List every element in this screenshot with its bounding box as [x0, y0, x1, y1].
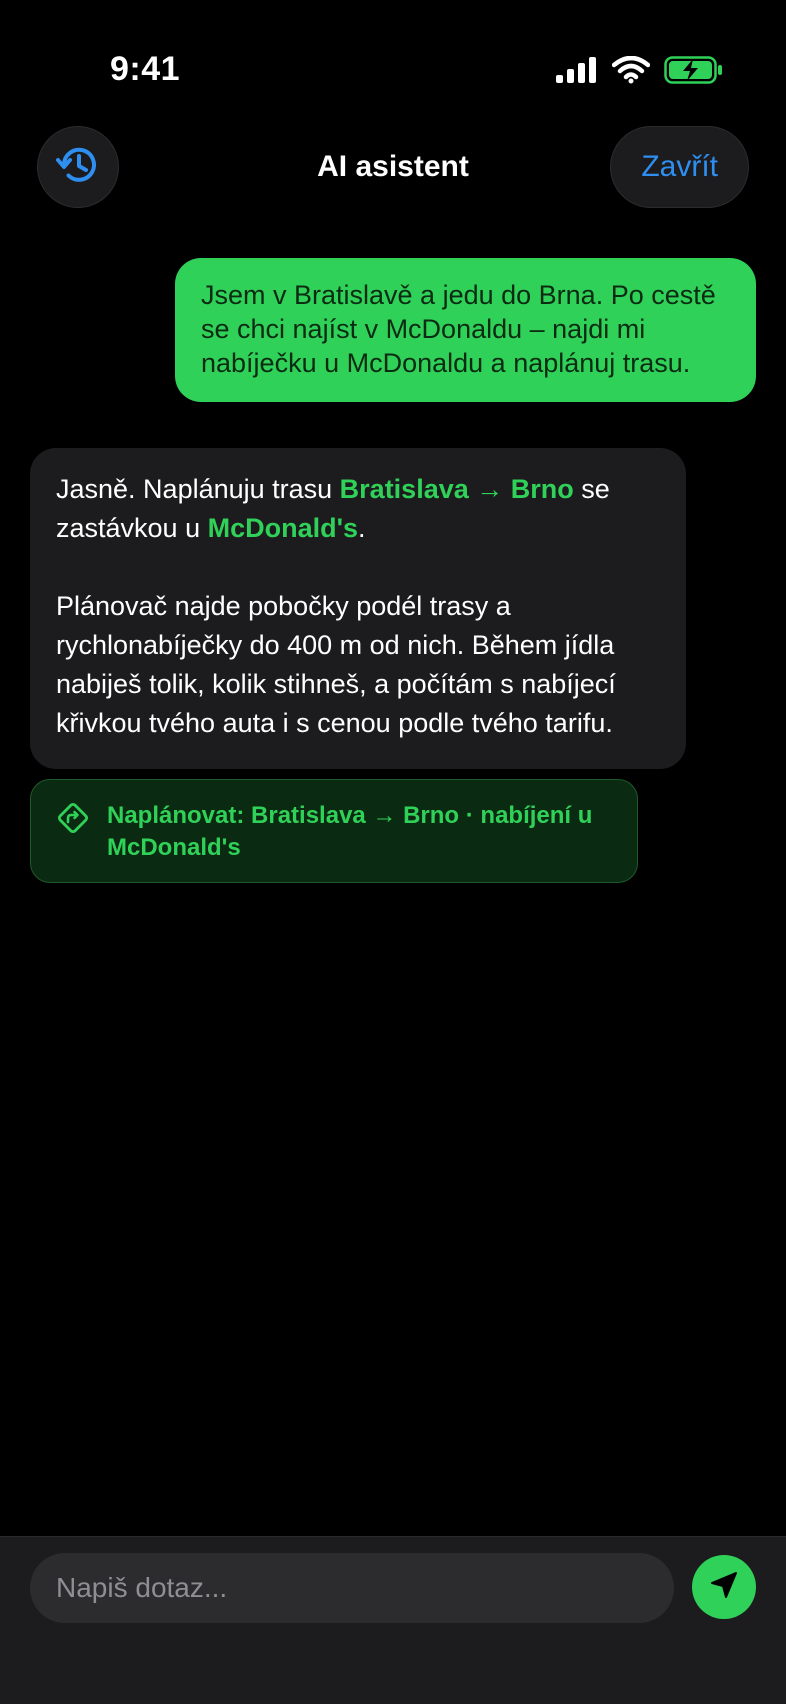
- close-button[interactable]: Zavřít: [610, 126, 749, 208]
- status-bar: 9:41: [0, 0, 786, 110]
- assistant-paragraph-2: Plánovač najde pobočky podél trasy a ryc…: [56, 591, 616, 738]
- message-input[interactable]: [30, 1553, 674, 1623]
- wifi-icon: [611, 55, 651, 89]
- composer-bar: [0, 1536, 786, 1704]
- send-arrow-icon: [707, 1568, 741, 1607]
- battery-charging-icon: [664, 56, 724, 89]
- assistant-paragraph-1: Jasně. Naplánuju trasu Bratislava → Brno…: [56, 470, 660, 548]
- cellular-signal-icon: [556, 57, 598, 88]
- assistant-message-bubble: Jasně. Naplánuju trasu Bratislava → Brno…: [30, 448, 686, 769]
- header: AI asistent Zavřít: [0, 126, 786, 210]
- place-highlight: McDonald's: [207, 513, 359, 543]
- status-time: 9:41: [110, 50, 181, 88]
- send-button[interactable]: [692, 1555, 756, 1619]
- user-message-text: Jsem v Bratislavě a jedu do Brna. Po ces…: [201, 280, 716, 378]
- assistant-text: Jasně. Naplánuju trasu: [56, 474, 340, 504]
- user-message-bubble: Jsem v Bratislavě a jedu do Brna. Po ces…: [175, 258, 756, 402]
- assistant-text: .: [358, 513, 366, 543]
- route-sign-icon: [57, 802, 89, 834]
- plan-route-label: Naplánovat: Bratislava → Brno · nabíjení…: [107, 802, 593, 861]
- status-icons: [556, 55, 724, 89]
- plan-route-action[interactable]: Naplánovat: Bratislava → Brno · nabíjení…: [30, 779, 638, 883]
- route-highlight: Bratislava → Brno: [339, 474, 574, 504]
